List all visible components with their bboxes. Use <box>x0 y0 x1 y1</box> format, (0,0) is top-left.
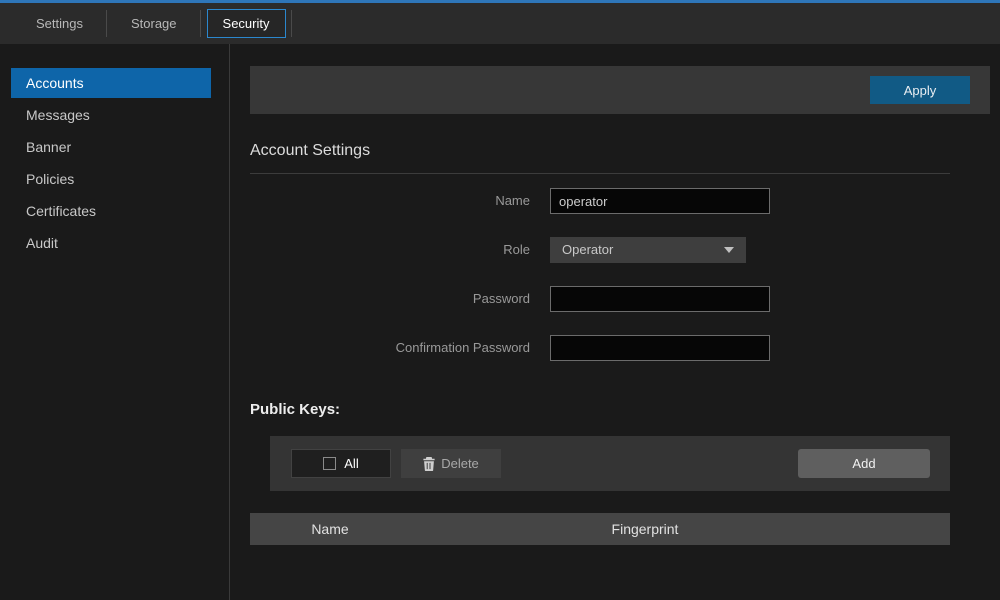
column-header-fingerprint: Fingerprint <box>410 513 880 545</box>
tab-settings-label: Settings <box>36 16 83 31</box>
public-keys-title: Public Keys: <box>250 401 340 418</box>
add-button[interactable]: Add <box>798 449 930 478</box>
delete-button[interactable]: Delete <box>401 449 501 478</box>
sidebar-item-policies[interactable]: Policies <box>11 164 211 194</box>
tab-storage[interactable]: Storage <box>107 3 201 44</box>
password-row: Password <box>250 286 950 312</box>
sidebar-item-audit[interactable]: Audit <box>11 228 211 258</box>
column-header-spacer <box>880 513 950 545</box>
apply-button[interactable]: Apply <box>870 76 970 104</box>
section-divider <box>250 173 950 174</box>
password-label: Password <box>250 286 530 312</box>
tab-storage-label: Storage <box>131 16 177 31</box>
role-select[interactable]: Operator <box>550 237 746 263</box>
delete-label: Delete <box>441 456 479 471</box>
name-row: Name <box>250 188 950 214</box>
sidebar-item-certificates[interactable]: Certificates <box>11 196 211 226</box>
select-all-label: All <box>344 456 358 471</box>
sidebar-item-banner[interactable]: Banner <box>11 132 211 162</box>
apply-toolbar: Apply <box>250 66 990 114</box>
public-keys-toolbar: All Delete Add <box>270 436 950 491</box>
confirmation-password-row: Confirmation Password <box>250 335 950 361</box>
trash-icon <box>423 457 435 471</box>
chevron-down-icon <box>724 247 734 253</box>
tab-settings[interactable]: Settings <box>12 3 107 44</box>
select-all-button[interactable]: All <box>291 449 391 478</box>
sidebar-item-accounts[interactable]: Accounts <box>11 68 211 98</box>
name-label: Name <box>250 188 530 214</box>
confirmation-password-label: Confirmation Password <box>250 335 530 361</box>
sidebar: Accounts Messages Banner Policies Certif… <box>0 44 230 600</box>
role-selected-value: Operator <box>562 242 613 257</box>
role-label: Role <box>250 237 530 263</box>
public-keys-table-header: Name Fingerprint <box>250 513 950 545</box>
sidebar-item-messages[interactable]: Messages <box>11 100 211 130</box>
select-all-checkbox[interactable] <box>323 457 336 470</box>
name-input[interactable] <box>550 188 770 214</box>
password-input[interactable] <box>550 286 770 312</box>
main-content: Apply Account Settings Name Role Operato… <box>230 44 1000 600</box>
tab-bar: Settings Storage Security <box>0 0 1000 44</box>
role-row: Role Operator <box>250 237 950 263</box>
tab-security[interactable]: Security <box>201 3 292 44</box>
column-header-name: Name <box>250 513 410 545</box>
tab-security-label: Security <box>207 9 286 38</box>
account-settings-title: Account Settings <box>250 142 370 160</box>
confirmation-password-input[interactable] <box>550 335 770 361</box>
